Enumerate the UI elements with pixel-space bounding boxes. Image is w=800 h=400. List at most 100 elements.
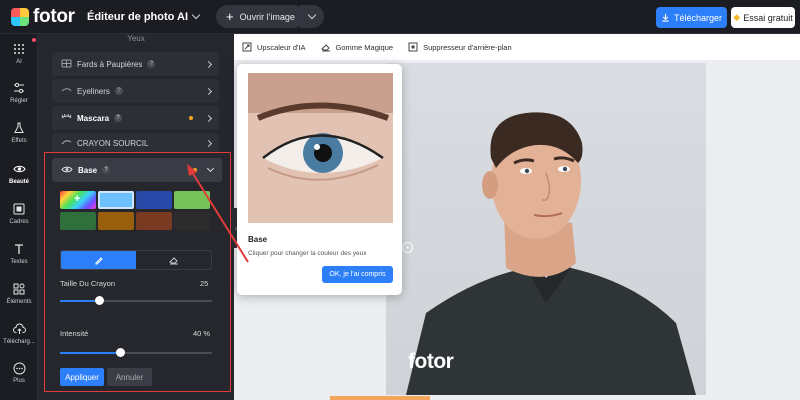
chevron-down-icon xyxy=(206,164,215,173)
tooltip-title: Base xyxy=(248,235,268,244)
bg-remover-button[interactable]: Suppresseur d'arrière-plan xyxy=(408,42,512,52)
editor-title: Éditeur de photo AI xyxy=(87,10,189,23)
chevron-right-icon xyxy=(204,139,213,147)
add-plus-icon[interactable]: + xyxy=(402,242,413,253)
rail-item-beaute[interactable]: Beauté xyxy=(0,162,38,185)
tool-label: Fards à Paupières xyxy=(77,59,143,69)
chevron-down-icon xyxy=(307,10,317,20)
tool-mascara[interactable]: Mascara ? xyxy=(52,106,219,130)
rail-item-regler[interactable]: Régler xyxy=(0,81,38,104)
tool-label: Mascara xyxy=(77,113,110,123)
intensity-value: 40 % xyxy=(193,329,211,338)
intensity-label: Intensité xyxy=(60,329,89,338)
brush-size-fill xyxy=(60,300,100,302)
upscaler-button[interactable]: Upscaleur d'IA xyxy=(242,42,306,52)
eyeshadow-icon xyxy=(60,59,72,70)
tab-eraser[interactable] xyxy=(136,251,211,269)
eye-closeup-image xyxy=(248,73,393,223)
chevron-right-icon xyxy=(204,60,213,68)
section-header: Yeux xyxy=(127,34,145,43)
bg-remove-icon xyxy=(408,42,418,52)
eyeliner-icon xyxy=(60,86,72,97)
ai-toolbar: Upscaleur d'IA Gomme Magique Suppresseur… xyxy=(234,34,800,60)
tab-brush[interactable] xyxy=(61,251,136,269)
upscaler-label: Upscaleur d'IA xyxy=(257,42,306,52)
tooltip-ok-button[interactable]: OK, je l'ai compris xyxy=(322,266,393,283)
rail-item-telecharger[interactable]: Télécharg... xyxy=(0,322,38,345)
modified-indicator xyxy=(193,168,197,172)
custom-color-picker[interactable]: + xyxy=(60,191,96,209)
logo[interactable]: fotor xyxy=(11,6,87,28)
watermark-text: fotor xyxy=(408,350,454,373)
tool-label: CRAYON SOURCIL xyxy=(77,138,149,148)
download-label: Télécharger xyxy=(673,12,723,23)
rail-item-plus[interactable]: Plus xyxy=(0,361,38,384)
portrait-illustration xyxy=(406,112,696,395)
download-button[interactable]: Télécharger xyxy=(656,7,727,28)
rail-label: Cadres xyxy=(9,219,29,225)
portrait-photo[interactable] xyxy=(386,63,706,395)
plus-icon: + xyxy=(74,193,81,205)
more-icon xyxy=(12,361,26,375)
elements-icon xyxy=(12,282,26,296)
bottom-accent-bar xyxy=(330,396,430,400)
base-tool-header[interactable]: Base ? xyxy=(52,158,222,182)
cancel-button[interactable]: Annuler xyxy=(107,368,152,386)
color-swatch[interactable] xyxy=(174,191,210,209)
free-trial-button[interactable]: ◆ Essai gratuit xyxy=(731,7,795,28)
open-image-label: Ouvrir l'image xyxy=(239,11,295,22)
rail-label: Régler xyxy=(10,98,28,104)
rail-item-effets[interactable]: Effets xyxy=(0,121,38,144)
rail-item-elements[interactable]: Éléments xyxy=(0,282,38,305)
eraser-icon xyxy=(320,44,330,52)
color-swatch[interactable] xyxy=(60,212,96,230)
help-icon[interactable]: ? xyxy=(102,166,111,174)
free-trial-label: Essai gratuit xyxy=(743,12,793,23)
color-swatch[interactable] xyxy=(136,212,172,230)
color-swatch[interactable] xyxy=(136,191,172,209)
tool-eyeliner[interactable]: Eyeliners ? xyxy=(52,79,219,103)
modified-indicator xyxy=(189,116,193,120)
apply-button[interactable]: Appliquer xyxy=(60,368,104,386)
plus-icon: + xyxy=(226,9,234,24)
color-swatch[interactable] xyxy=(174,212,210,230)
upscale-icon xyxy=(242,42,252,52)
magic-eraser-label: Gomme Magique xyxy=(335,42,394,52)
color-swatch[interactable] xyxy=(98,191,134,209)
help-icon[interactable]: ? xyxy=(147,60,156,68)
upload-icon xyxy=(12,322,26,336)
feature-tooltip: Base Cliquer pour changer la couleur des… xyxy=(237,64,402,295)
sliders-icon xyxy=(12,81,26,95)
chevron-right-icon xyxy=(204,114,213,122)
tool-label: Eyeliners xyxy=(77,86,110,96)
help-icon[interactable]: ? xyxy=(114,87,123,95)
rail-label: Beauté xyxy=(8,179,29,185)
chevron-right-icon xyxy=(204,87,213,95)
rail-label: AI xyxy=(16,59,22,65)
help-icon[interactable]: ? xyxy=(114,114,123,122)
eraser-icon xyxy=(168,257,178,265)
diamond-icon: ◆ xyxy=(733,12,741,22)
brush-size-slider-handle[interactable] xyxy=(95,296,105,305)
rail-item-cadres[interactable]: Cadres xyxy=(0,202,38,225)
eyebrow-icon xyxy=(60,138,72,149)
magic-eraser-button[interactable]: Gomme Magique xyxy=(320,42,394,52)
rail-item-textes[interactable]: Textes xyxy=(0,242,38,265)
brush-size-value: 25 xyxy=(200,279,209,288)
rail-item-ai[interactable]: AI xyxy=(0,42,38,65)
rail-label: Télécharg... xyxy=(3,339,35,345)
frame-icon xyxy=(12,202,26,216)
color-swatch[interactable] xyxy=(98,212,134,230)
open-image-button[interactable]: + Ouvrir l'image xyxy=(216,5,305,28)
eye-icon xyxy=(61,165,73,176)
tool-eyeshadow[interactable]: Fards à Paupières ? xyxy=(52,52,219,76)
bg-remover-label: Suppresseur d'arrière-plan xyxy=(423,42,512,52)
grid-icon xyxy=(12,42,26,56)
open-image-dropdown[interactable] xyxy=(299,5,324,28)
base-label: Base xyxy=(78,165,98,175)
rail-label: Plus xyxy=(13,378,25,384)
eye-icon xyxy=(12,162,26,176)
rail-label: Éléments xyxy=(6,299,32,305)
editor-title-dropdown[interactable]: Éditeur de photo AI xyxy=(87,10,201,23)
tool-brow-pencil[interactable]: CRAYON SOURCIL xyxy=(52,133,219,153)
